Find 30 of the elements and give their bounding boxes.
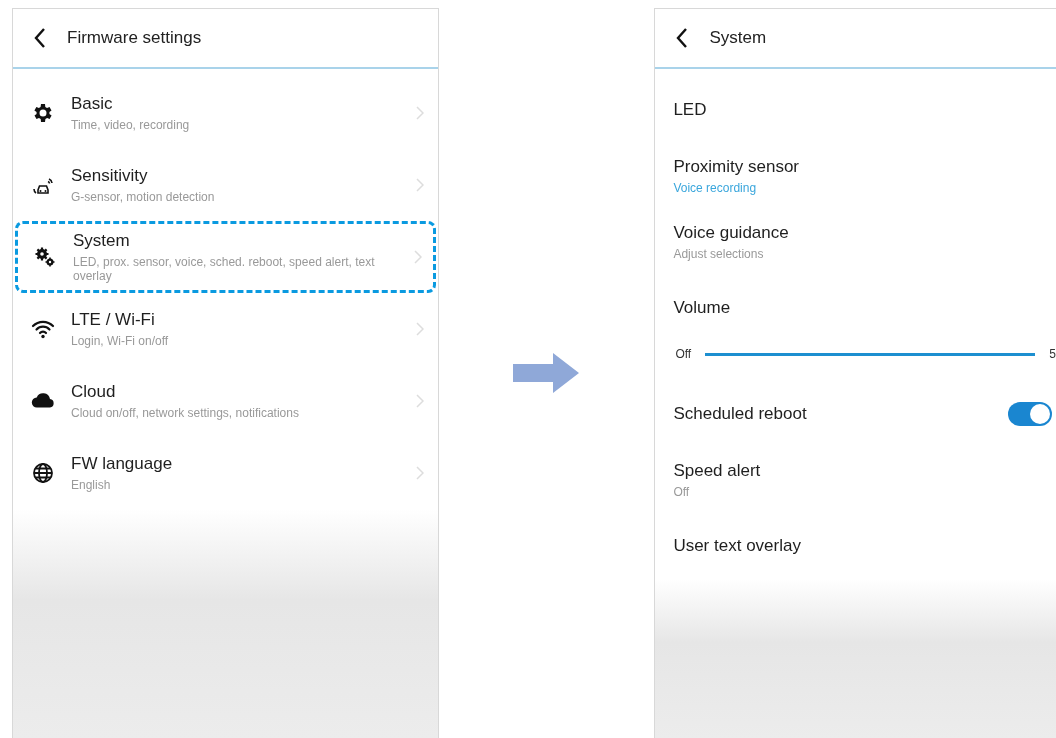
globe-icon: [31, 461, 55, 485]
settings-item[interactable]: Speed alert Off: [655, 447, 1056, 513]
volume-slider[interactable]: [705, 352, 1036, 356]
settings-item[interactable]: System LED, prox. sensor, voice, sched. reboot, speed alert, text overlay: [15, 221, 436, 293]
settings-item[interactable]: Voice guidance Adjust selections: [655, 209, 1056, 275]
settings-item[interactable]: User text overlay: [655, 513, 1056, 579]
settings-item[interactable]: LED: [655, 77, 1056, 143]
setting-label: Scheduled reboot: [673, 404, 807, 424]
chevron-icon: [415, 466, 424, 480]
screen-title: System: [709, 28, 767, 48]
slider-max-label: 5: [1049, 347, 1056, 361]
settings-item[interactable]: FW language English: [13, 437, 438, 509]
settings-item[interactable]: Basic Time, video, recording: [13, 77, 438, 149]
right-arrow-icon: [513, 353, 580, 393]
setting-label: Volume: [673, 298, 731, 318]
chevron-icon: [415, 394, 424, 408]
settings-item[interactable]: LTE / Wi-Fi Login, Wi-Fi on/off: [13, 293, 438, 365]
settings-item[interactable]: Sensitivity G-sensor, motion detection: [13, 149, 438, 221]
chevron-icon: [415, 178, 424, 192]
back-icon[interactable]: [675, 27, 690, 49]
toggle-switch[interactable]: [1008, 402, 1052, 426]
chevron-icon: [415, 106, 424, 120]
settings-item[interactable]: Proximity sensor Voice recording: [655, 143, 1056, 209]
slider-min-label: Off: [675, 347, 692, 361]
settings-item[interactable]: Cloud Cloud on/off, network settings, notifications: [13, 365, 438, 437]
screen-title: Firmware settings: [67, 28, 202, 48]
chevron-icon: [413, 250, 422, 264]
back-icon[interactable]: [33, 27, 47, 49]
chevron-icon: [415, 322, 424, 336]
gears-icon: [33, 245, 57, 269]
